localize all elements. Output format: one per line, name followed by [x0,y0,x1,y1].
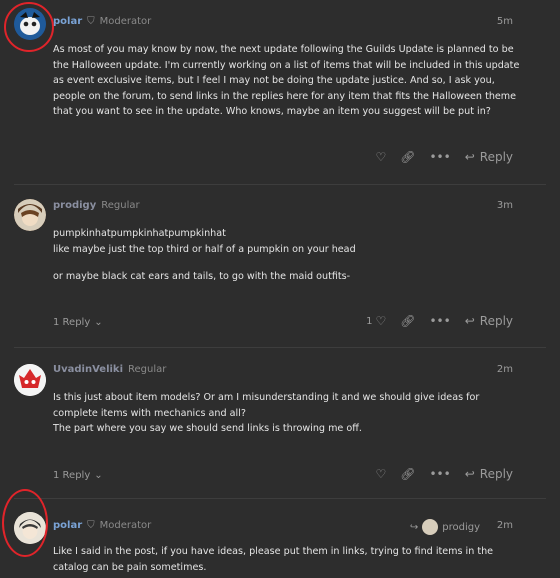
post-meta: UvadinVeliki Regular [53,364,166,375]
reply-button[interactable]: ↩ Reply [465,314,513,328]
reply-to-arrow-icon: ↪ [409,521,419,533]
username[interactable]: polar [53,16,82,27]
heart-icon[interactable]: ♡ [375,467,386,481]
more-icon[interactable]: ••• [429,467,450,481]
reply-arrow-icon: ↩ [464,150,475,164]
post-meta: polar ⛉ Moderator [53,520,151,531]
more-icon[interactable]: ••• [429,150,450,164]
post-body: As most of you may know by now, the next… [53,42,523,120]
user-title: Moderator [99,520,152,531]
reply-label: Reply [479,150,513,164]
post-paragraph: Like I said in the post, if you have ide… [53,546,494,573]
post-paragraph: The part where you say we should send li… [53,423,362,434]
user-title: Regular [101,200,140,211]
annotation-circle [2,489,48,557]
post-time[interactable]: 3m [497,200,513,211]
link-icon[interactable]: 🔗︎ [400,150,415,164]
post-paragraph: or maybe black cat ears and tails, to go… [53,271,351,282]
heart-icon: ♡ [375,314,387,328]
link-icon[interactable]: 🔗︎ [400,467,415,481]
reply-to[interactable]: ↪ prodigy [410,519,480,535]
replies-toggle[interactable]: 1 Reply ⌄ [53,317,103,328]
post-time[interactable]: 5m [497,16,513,27]
replies-label: 1 Reply [53,470,91,481]
annotation-circle [4,2,54,52]
shield-icon: ⛉ [87,520,95,531]
post-paragraph: As most of you may know by now, the next… [53,44,520,117]
avatar[interactable] [14,364,46,396]
replies-label: 1 Reply [53,317,91,328]
reply-to-username: prodigy [442,521,480,533]
reply-label: Reply [479,314,513,328]
post-4: polar ⛉ Moderator ↪ prodigy 2m Like I sa… [0,489,560,578]
chevron-down-icon: ⌄ [94,317,103,328]
link-icon[interactable]: 🔗︎ [400,314,415,328]
post-meta: polar ⛉ Moderator [53,16,151,27]
post-paragraph: like maybe just the top third or half of… [53,243,356,255]
replies-toggle[interactable]: 1 Reply ⌄ [53,470,103,481]
post-1: polar ⛉ Moderator 5m As most of you may … [0,0,560,178]
post-meta: prodigy Regular [53,200,140,211]
reply-label: Reply [479,467,513,481]
heart-icon[interactable]: ♡ [375,150,386,164]
post-paragraph: pumpkinhatpumpkinhatpumpkinhat [53,228,226,239]
like-count[interactable]: 1 ♡ [366,314,386,328]
reply-button[interactable]: ↩ Reply [465,150,513,164]
post-body: Is this just about item models? Or am I … [53,390,523,437]
post-time[interactable]: 2m [497,364,513,375]
reply-arrow-icon: ↩ [464,314,475,328]
more-icon[interactable]: ••• [429,314,450,328]
post-body: Like I said in the post, if you have ide… [53,544,523,575]
user-title: Regular [128,364,167,375]
post-time[interactable]: 2m [497,520,513,531]
chevron-down-icon: ⌄ [94,470,103,481]
username[interactable]: polar [53,520,82,531]
post-3: UvadinVeliki Regular 2m Is this just abo… [0,348,560,493]
post-actions: ♡ 🔗︎ ••• ↩ Reply [375,150,513,164]
like-count-value: 1 [366,315,373,327]
username[interactable]: prodigy [53,200,96,211]
post-body: pumpkinhatpumpkinhatpumpkinhat like mayb… [53,226,523,285]
user-title: Moderator [99,16,152,27]
post-actions: 1 ♡ 🔗︎ ••• ↩ Reply [366,314,513,328]
username[interactable]: UvadinVeliki [53,364,123,375]
post-2: prodigy Regular 3m pumpkinhatpumpkinhatp… [0,185,560,340]
post-actions: ♡ 🔗︎ ••• ↩ Reply [375,467,513,481]
post-paragraph: Is this just about item models? Or am I … [53,392,480,419]
avatar[interactable] [14,199,46,231]
shield-icon: ⛉ [87,16,95,27]
reply-button[interactable]: ↩ Reply [465,467,513,481]
reply-arrow-icon: ↩ [464,467,475,481]
reply-to-avatar [422,519,439,535]
